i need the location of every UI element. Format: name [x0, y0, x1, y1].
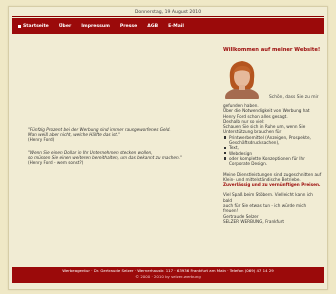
main-navigation: Startseite Über Impressum Presse AGB E-M… [12, 18, 324, 34]
quote-block: "Wenn Sie einen Dollar in Ihr Unternehme… [28, 150, 208, 166]
nav-item-label: E-Mail [168, 23, 184, 29]
page-title: Willkommen auf meiner Website! [223, 47, 321, 53]
quote-block: "Fünfzig Prozent bei der Werbung sind im… [28, 127, 208, 143]
page-container: Donnerstag, 19 August 2010 Startseite Üb… [8, 6, 328, 290]
nav-item-label: AGB [147, 23, 159, 29]
photo-caption: Schön, dass Sie zu mir [269, 95, 319, 100]
reliable-line: Zuverlässig und zu vernünftigen Preisen. [223, 182, 321, 188]
closing-line: Viel Spaß beim Stöbern. Vielleicht kann … [223, 192, 313, 203]
divider [12, 16, 324, 17]
nav-item-label: Impressum [81, 23, 110, 29]
welcome-text: gefunden haben. Über die Notwendigkeit v… [223, 103, 323, 224]
quote-author: (Henry Ford) [28, 137, 55, 143]
services-list: Printwerbemittel (Anzeigen, Prospekte, G… [223, 135, 323, 167]
nav-item-impressum[interactable]: Impressum [81, 24, 110, 29]
nav-item-ueber[interactable]: Über [59, 24, 71, 29]
square-bullet-icon [18, 24, 21, 28]
nav-item-startseite[interactable]: Startseite [18, 24, 49, 29]
quote-author: (Henry Ford - wem sonst?) [28, 160, 84, 166]
nav-item-email[interactable]: E-Mail [168, 24, 184, 29]
date-line: Donnerstag, 19 August 2010 [134, 10, 202, 15]
closing-line: SELZER WERBUNG, Frankfurt [223, 218, 285, 224]
nav-item-agb[interactable]: AGB [147, 24, 158, 29]
portrait-photo [224, 57, 260, 99]
footer-copyright: © 2000 · 2010 by selzer-werbung [135, 273, 201, 279]
footer: Werbeagentur · Dr. Gertraude Selzer · We… [12, 267, 324, 283]
nav-item-presse[interactable]: Presse [120, 24, 137, 29]
nav-item-label: Über [58, 23, 72, 29]
nav-item-label: Startseite [23, 23, 49, 29]
intro-line: Über die Notwendigkeit von Werbung hat [223, 108, 310, 114]
list-item: oder komplette Konzeptionen für Ihr Corp… [224, 156, 323, 167]
nav-item-label: Presse [119, 23, 138, 29]
list-item: Printwerbemittel (Anzeigen, Prospekte, G… [224, 135, 323, 146]
